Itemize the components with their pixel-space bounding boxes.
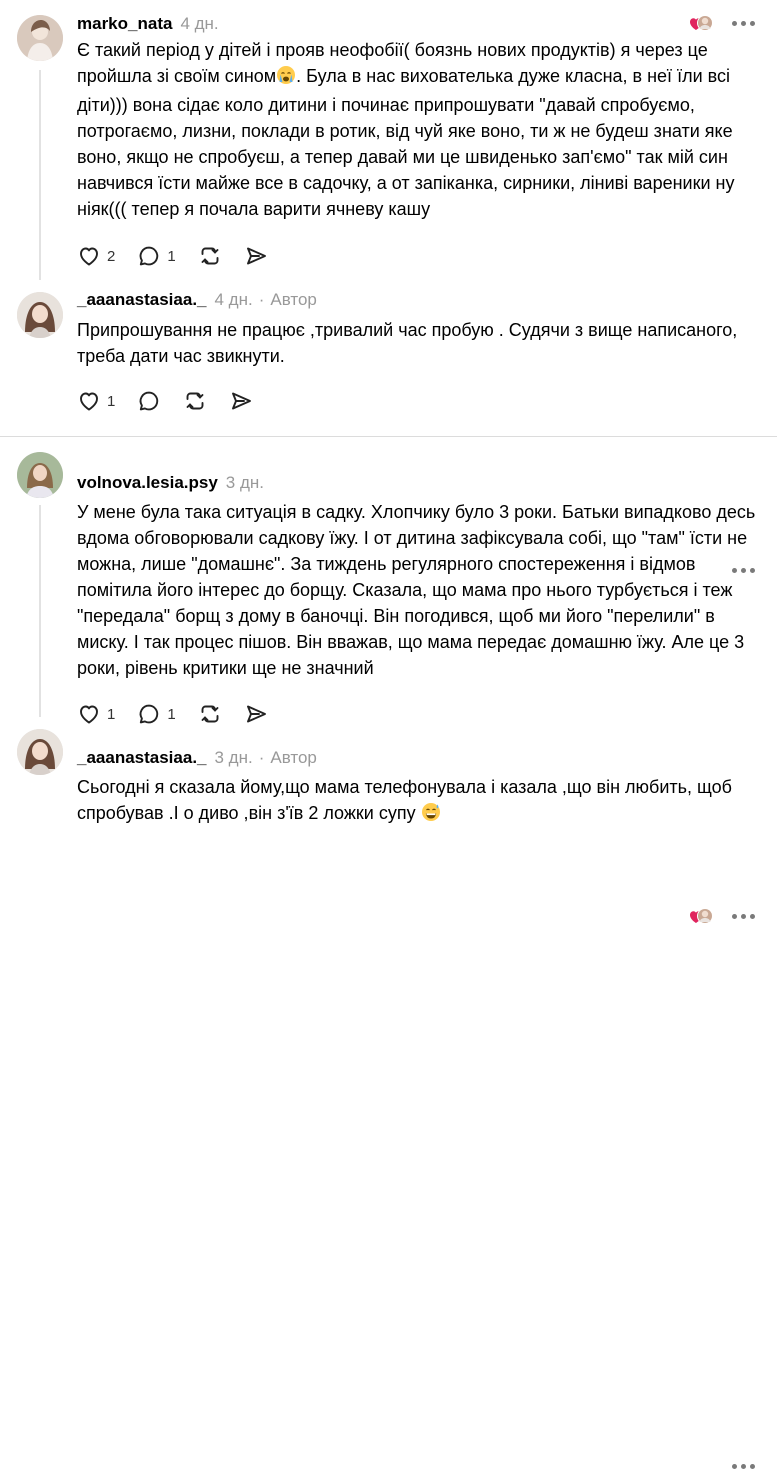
- repost-button[interactable]: [183, 389, 207, 413]
- comment-text-continued: . Була в нас вихователька дуже класна, в…: [77, 66, 735, 219]
- username[interactable]: volnova.lesia.psy: [77, 473, 218, 493]
- comment-text: Сьогодні я сказала йому,що мама телефону…: [77, 777, 732, 823]
- reply-count: 1: [167, 705, 176, 723]
- reply-button[interactable]: 1: [137, 244, 176, 268]
- username[interactable]: _aaanastasiaa._: [77, 290, 207, 310]
- comment: _aaanastasiaa._ 4 дн. · Автор Припрошува…: [0, 271, 777, 573]
- comment: marko_nata 4 дн. Є такий період у дітей …: [0, 0, 777, 271]
- divider: [0, 436, 777, 437]
- more-icon[interactable]: [732, 913, 755, 919]
- like-button[interactable]: 1: [77, 389, 115, 413]
- repost-button[interactable]: [198, 702, 222, 726]
- more-icon[interactable]: [732, 20, 755, 26]
- author-badge: Автор: [270, 748, 317, 767]
- separator-dot: ·: [258, 290, 265, 309]
- share-button[interactable]: [229, 389, 253, 413]
- like-count: 1: [107, 705, 116, 723]
- timestamp[interactable]: 3 дн.: [215, 748, 253, 768]
- more-icon[interactable]: [732, 1464, 755, 1469]
- share-button[interactable]: [244, 244, 268, 268]
- timestamp[interactable]: 4 дн.: [180, 14, 218, 34]
- timestamp[interactable]: 3 дн.: [226, 473, 264, 493]
- liked-by-author-icon: [688, 12, 714, 34]
- author-badge: Автор: [270, 290, 317, 309]
- comment-text: У мене була така ситуація в садку. Хлопч…: [77, 502, 756, 678]
- like-count: 2: [107, 247, 116, 265]
- reply-count: 1: [167, 247, 176, 265]
- comment: _aaanastasiaa._ 3 дн. · Автор Сьогодні я…: [0, 729, 777, 1469]
- separator-dot: ·: [258, 748, 265, 767]
- like-button[interactable]: 2: [77, 244, 115, 268]
- reply-button[interactable]: [137, 389, 161, 413]
- username[interactable]: _aaanastasiaa._: [77, 748, 207, 768]
- comment-text: Припрошування не працює ,тривалий час пр…: [77, 320, 738, 366]
- timestamp[interactable]: 4 дн.: [215, 290, 253, 310]
- comment: volnova.lesia.psy 3 дн. У мене була така…: [0, 454, 777, 924]
- crying-emoji-icon: [276, 65, 296, 92]
- reply-button[interactable]: 1: [137, 702, 176, 726]
- like-button[interactable]: 1: [77, 702, 115, 726]
- repost-button[interactable]: [198, 244, 222, 268]
- like-count: 1: [107, 392, 116, 410]
- liked-by-author-icon: [688, 905, 714, 927]
- username[interactable]: marko_nata: [77, 14, 172, 34]
- share-button[interactable]: [244, 702, 268, 726]
- grinning-sweat-emoji-icon: [421, 802, 441, 829]
